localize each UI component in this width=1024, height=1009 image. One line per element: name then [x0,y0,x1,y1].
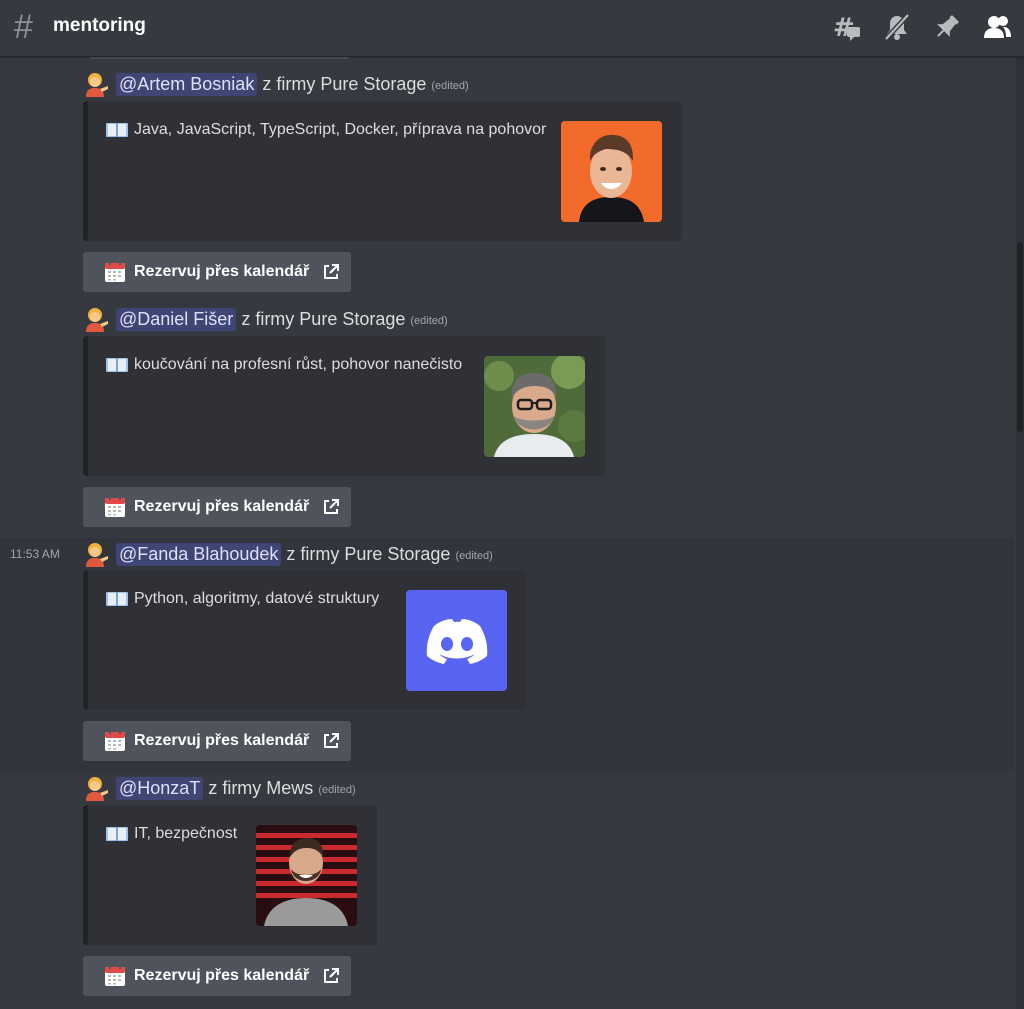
channel-hash-icon: # [14,8,33,46]
calendar-icon [105,730,125,751]
button-label: Rezervuj přes kalendář [134,967,310,984]
book-calendar-button[interactable]: Rezervuj přes kalendář [83,252,351,292]
discord-logo-icon[interactable] [406,590,507,691]
channel-name: mentoring [53,15,146,36]
edited-label: (edited) [455,550,493,562]
open-book-icon [106,123,128,137]
person-tipping-hand-emoji [86,777,108,801]
button-label: Rezervuj přes kalendář [134,732,310,749]
open-book-icon [106,592,128,606]
mentor-photo[interactable] [561,121,662,222]
embed-description: koučování na profesní růst, pohovor nane… [134,356,463,373]
external-link-icon [324,499,340,514]
user-mention[interactable]: @HonzaT [116,776,204,800]
person-tipping-hand-emoji [86,543,108,567]
mentor-embed: Java, JavaScript, TypeScript, Docker, př… [83,101,682,241]
mentor-embed: IT, bezpečnost [83,805,377,945]
channel-header: # mentoring # [0,0,1024,57]
company-text: z firmy Pure Storage [262,73,427,94]
member-list-icon[interactable] [982,12,1012,42]
external-link-icon [324,733,340,748]
open-book-icon [106,827,128,841]
user-mention[interactable]: @Fanda Blahoudek [116,542,282,566]
book-calendar-button[interactable]: Rezervuj přes kalendář [83,487,351,527]
calendar-icon [105,261,125,282]
scrollbar-thumb[interactable] [1017,242,1023,432]
edited-label: (edited) [431,80,469,92]
external-link-icon [324,264,340,279]
edited-label: (edited) [410,315,448,327]
company-text: z firmy Mews [208,777,314,798]
pin-icon[interactable] [932,12,962,42]
embed-description: Java, JavaScript, TypeScript, Docker, př… [134,121,547,138]
person-tipping-hand-emoji [86,73,108,97]
book-calendar-button[interactable]: Rezervuj přes kalendář [83,721,351,761]
embed-description: Python, algoritmy, datové struktury [134,590,380,607]
notification-muted-icon[interactable] [882,12,912,42]
button-label: Rezervuj přes kalendář [134,263,310,280]
calendar-icon [105,965,125,986]
calendar-icon [105,496,125,517]
threads-icon[interactable]: # [832,12,862,43]
company-text: z firmy Pure Storage [286,543,451,564]
open-book-icon [106,358,128,372]
external-link-icon [324,968,340,983]
book-calendar-button[interactable]: Rezervuj přes kalendář [83,956,351,996]
mentor-embed: koučování na profesní růst, pohovor nane… [83,336,605,476]
mentor-photo[interactable] [484,356,585,457]
user-mention[interactable]: @Artem Bosniak [116,72,258,96]
embed-description: IT, bezpečnost [134,825,238,842]
person-tipping-hand-emoji [86,308,108,332]
user-mention[interactable]: @Daniel Fišer [116,307,237,331]
message-timestamp: 11:53 AM [10,547,60,561]
button-label: Rezervuj přes kalendář [134,498,310,515]
company-text: z firmy Pure Storage [241,308,406,329]
edited-label: (edited) [318,784,356,796]
mentor-photo[interactable] [256,825,357,926]
scrollbar-track[interactable] [1016,57,1024,1009]
mentor-embed: Python, algoritmy, datové struktury [83,570,527,710]
